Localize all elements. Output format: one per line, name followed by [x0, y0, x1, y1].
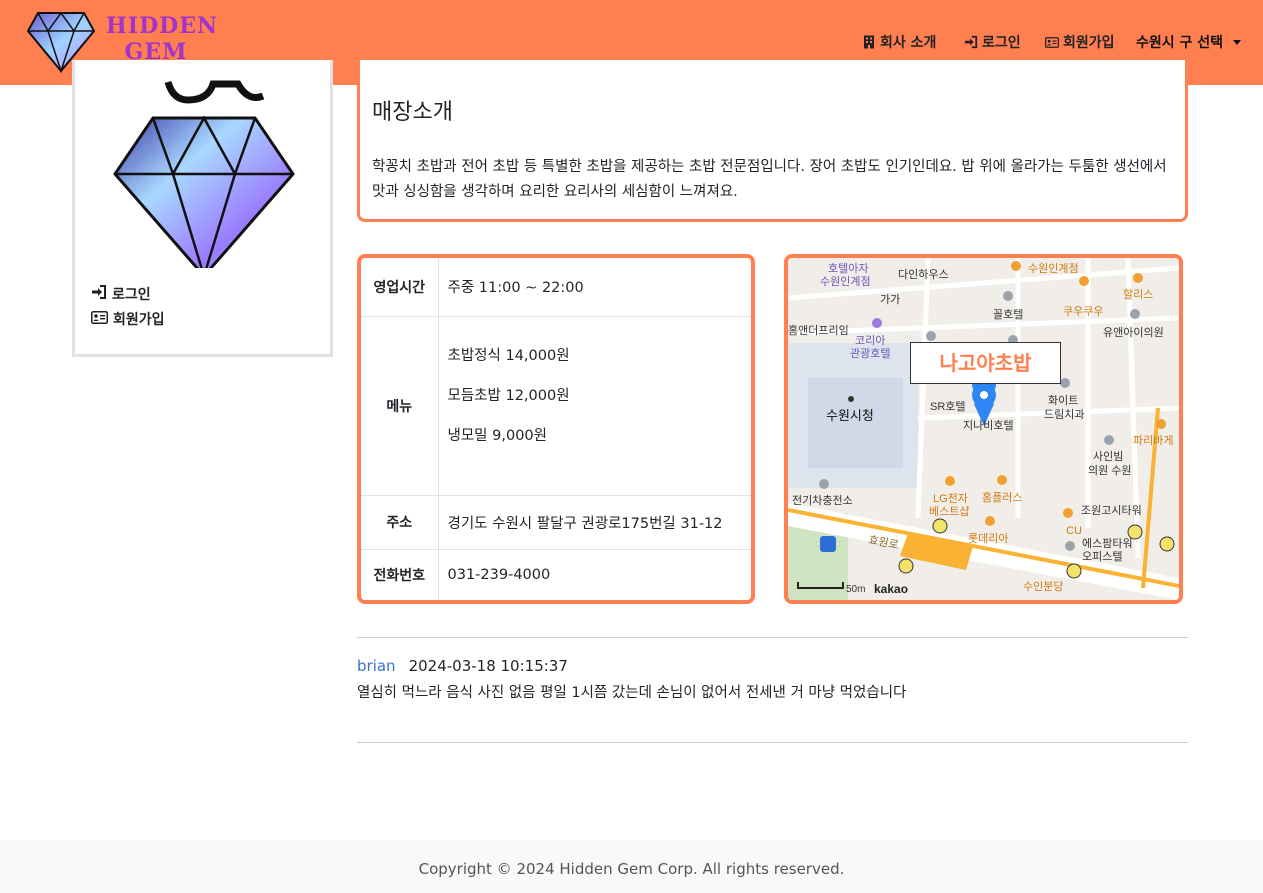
nav-about-link[interactable]: 회사 소개	[862, 31, 936, 53]
comment-author-link[interactable]: brian	[357, 657, 396, 675]
nav-login-label: 로그인	[982, 35, 1021, 51]
phone-value: 031-239-4000	[447, 566, 551, 583]
menu-item: 초밥정식 14,000원	[447, 347, 570, 364]
comment-meta: brian 2024-03-18 10:15:37	[357, 657, 568, 675]
sidebar-login-label: 로그인	[112, 287, 151, 303]
comment-timestamp: 2024-03-18 10:15:37	[408, 657, 568, 675]
svg-text:할리스: 할리스	[1123, 288, 1153, 301]
divider	[357, 742, 1188, 743]
svg-text:드림치과: 드림치과	[1044, 408, 1084, 421]
store-intro-title: 매장소개	[372, 100, 453, 125]
sidebar: 로그인 회원가입	[72, 60, 333, 357]
brand-text: HIDDEN GEM	[106, 13, 219, 65]
store-info-table: 영업시간 주중 11:00 ~ 22:00 메뉴 초밥정식 14,000원 모듬…	[357, 254, 755, 604]
address-value: 경기도 수원시 팔달구 권광로175번길 31-12	[438, 495, 751, 550]
svg-text:베스트샵: 베스트샵	[929, 505, 969, 518]
menu-label: 메뉴	[361, 316, 439, 496]
login-icon	[964, 35, 978, 49]
svg-text:가가: 가가	[880, 293, 900, 306]
svg-text:의원 수원: 의원 수원	[1088, 464, 1132, 477]
district-dropdown[interactable]: 수원시 구 선택	[1136, 31, 1242, 53]
menu-list: 초밥정식 14,000원 모듬초밥 12,000원 냉모밀 9,000원	[438, 316, 751, 496]
building-icon	[862, 35, 876, 49]
map-marker-label: 나고야초밥	[910, 342, 1061, 384]
table-row: 전화번호 031-239-4000	[361, 549, 751, 600]
table-row: 메뉴 초밥정식 14,000원 모듬초밥 12,000원 냉모밀 9,000원	[361, 316, 751, 496]
hours-label: 영업시간	[361, 258, 439, 317]
map-canvas[interactable]: 호텔아자 수원인계점 다인하우스 수원인계점 할리스 가가 꼴호텔 쿠우쿠우 유…	[788, 258, 1179, 600]
svg-text:유앤아이의원: 유앤아이의원	[1103, 326, 1164, 339]
svg-text:CU: CU	[1066, 525, 1082, 537]
svg-text:수원인계점: 수원인계점	[1028, 262, 1079, 275]
svg-text:파리바게: 파리바게	[1133, 434, 1173, 447]
hours-value: 주중 11:00 ~ 22:00	[438, 258, 751, 317]
svg-text:50m: 50m	[846, 584, 865, 595]
svg-text:관광호텔: 관광호텔	[850, 347, 890, 360]
comment-text: 열심히 먹느라 음식 사진 없음 평일 1시쯤 갔는데 손님이 없어서 전세낸 …	[357, 685, 907, 701]
svg-text:홈앤더프리임: 홈앤더프리임	[788, 323, 849, 337]
svg-text:홈플러스: 홈플러스	[982, 490, 1022, 504]
svg-text:롯데리아: 롯데리아	[968, 532, 1008, 545]
menu-item: 냉모밀 9,000원	[447, 427, 547, 444]
svg-text:전기차충전소: 전기차충전소	[792, 494, 853, 507]
svg-text:코리아: 코리아	[855, 334, 885, 347]
svg-text:다인하우스: 다인하우스	[898, 267, 949, 281]
id-card-icon	[1045, 35, 1059, 49]
svg-text:조원고시타워: 조원고시타워	[1081, 504, 1142, 517]
svg-text:LG전자: LG전자	[933, 492, 968, 505]
svg-text:호텔아자: 호텔아자	[828, 262, 868, 275]
store-description: 학꽁치 초밥과 전어 초밥 등 특별한 초밥을 제공하는 초밥 전문점입니다. …	[372, 159, 1167, 200]
login-icon	[91, 285, 107, 303]
store-intro-card: 매장소개 학꽁치 초밥과 전어 초밥 등 특별한 초밥을 제공하는 초밥 전문점…	[357, 60, 1188, 222]
menu-item: 모듬초밥 12,000원	[447, 387, 570, 404]
sidebar-login-link[interactable]: 로그인	[91, 284, 151, 304]
svg-text:kakao: kakao	[874, 582, 908, 596]
phone-label: 전화번호	[361, 549, 439, 600]
nav-signup-link[interactable]: 회원가입	[1045, 31, 1115, 53]
svg-text:꼴호텔: 꼴호텔	[993, 308, 1023, 321]
divider	[357, 637, 1188, 638]
table-row: 주소 경기도 수원시 팔달구 권광로175번길 31-12	[361, 495, 751, 550]
nav-login-link[interactable]: 로그인	[964, 31, 1021, 53]
svg-text:화이트: 화이트	[1048, 394, 1078, 407]
svg-text:에스팜타워: 에스팜타워	[1082, 537, 1133, 550]
svg-text:쿠우쿠우: 쿠우쿠우	[1063, 305, 1103, 318]
id-card-icon	[91, 310, 108, 328]
table-row: 영업시간 주중 11:00 ~ 22:00	[361, 258, 751, 317]
address-label: 주소	[361, 495, 439, 550]
svg-text:오피스텔: 오피스텔	[1082, 550, 1122, 563]
svg-text:수원시청: 수원시청	[826, 408, 874, 423]
store-map[interactable]: 호텔아자 수원인계점 다인하우스 수원인계점 할리스 가가 꼴호텔 쿠우쿠우 유…	[784, 254, 1183, 604]
footer-copyright: Copyright © 2024 Hidden Gem Corp. All ri…	[418, 860, 845, 878]
sidebar-signup-label: 회원가입	[113, 312, 165, 328]
footer: Copyright © 2024 Hidden Gem Corp. All ri…	[0, 840, 1263, 893]
nav-about-label: 회사 소개	[880, 35, 937, 51]
svg-text:수원인계점: 수원인계점	[820, 275, 871, 288]
diamond-logo-icon	[113, 80, 295, 268]
svg-text:수인분당: 수인분당	[1023, 580, 1063, 593]
svg-text:SR호텔: SR호텔	[930, 400, 966, 413]
svg-text:사인빔: 사인빔	[1093, 450, 1123, 463]
district-dropdown-label: 수원시 구 선택	[1136, 35, 1224, 51]
svg-text:지나비호텔: 지나비호텔	[963, 419, 1014, 432]
caret-down-icon	[1233, 39, 1242, 45]
sidebar-signup-link[interactable]: 회원가입	[91, 309, 165, 329]
nav-signup-label: 회원가입	[1063, 35, 1115, 51]
